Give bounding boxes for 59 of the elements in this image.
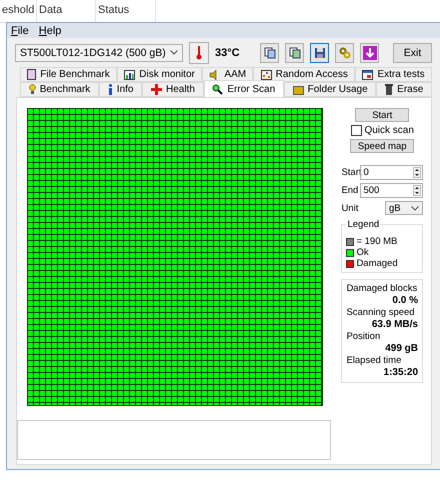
bar-chart-icon (124, 70, 136, 80)
spinner-icon[interactable] (413, 167, 421, 178)
unit-dropdown[interactable]: gB (385, 201, 423, 215)
toolbar-button[interactable] (260, 42, 279, 63)
tab[interactable]: Health (142, 82, 204, 97)
menu-item[interactable]: File (11, 24, 29, 37)
start-button[interactable]: Start (355, 108, 410, 122)
spinner-icon[interactable] (413, 185, 421, 196)
trash-bin-icon (385, 84, 394, 95)
tab[interactable]: Error Scan (204, 80, 284, 97)
thermometer-icon (189, 42, 209, 64)
menu-item[interactable]: Help (38, 24, 62, 37)
field-label: Unit (341, 202, 358, 214)
folder-icon (292, 84, 304, 94)
end-field[interactable]: 500 (360, 183, 423, 198)
info-icon (108, 84, 113, 95)
tab[interactable]: File Benchmark (20, 67, 118, 82)
toolbar-button[interactable] (310, 42, 329, 63)
legend-label: Ok (356, 247, 369, 258)
stat-label: Scanning speed (346, 307, 416, 319)
stat-value: 499 gB (384, 343, 418, 355)
legend-title: Legend (346, 219, 380, 230)
copy-icon (288, 46, 300, 59)
cross-icon (150, 84, 162, 95)
lightbulb-icon (28, 84, 36, 95)
tab[interactable]: Extra tests (355, 67, 432, 82)
tab[interactable]: Random Access (253, 67, 356, 82)
speed-map-button[interactable]: Speed map (350, 139, 414, 153)
toolbar-button[interactable] (335, 42, 354, 63)
tab[interactable]: Benchmark (20, 82, 100, 97)
stat-label: Position (346, 331, 382, 343)
toolbar-button[interactable] (360, 42, 379, 63)
magnifier-icon (212, 84, 224, 94)
legend-label: Damaged (356, 258, 398, 269)
stat-label: Damaged blocks (346, 283, 418, 295)
stat-value: 0.0 % (391, 295, 418, 307)
quick-scan-checkbox[interactable]: Quick scan (341, 125, 423, 136)
scatter-chart-icon (260, 70, 272, 80)
stat-value: 63.9 MB/s (370, 319, 418, 331)
window-icon (362, 70, 374, 80)
chain-icon (338, 46, 350, 59)
stat-label: Elapsed time (346, 355, 402, 367)
down-arrow-icon (362, 46, 376, 60)
tab[interactable]: Erase (376, 82, 432, 97)
start-field[interactable]: 0 (360, 165, 423, 180)
field-label: End (341, 185, 358, 196)
tab[interactable]: Disk monitor (117, 67, 202, 82)
temperature-reading: 33°C (215, 46, 240, 59)
stat-value: 1:35:20 (382, 367, 418, 379)
tab[interactable]: Info (99, 82, 142, 97)
chevron-down-icon (411, 206, 419, 210)
drive-dropdown[interactable]: ST500LT012-1DG142 (500 gB) (15, 44, 183, 62)
chevron-down-icon (170, 50, 178, 56)
copy-icon (264, 46, 276, 59)
exit-button[interactable]: Exit (393, 42, 432, 63)
tab[interactable]: Folder Usage (284, 82, 376, 97)
document-icon (27, 69, 36, 80)
legend-label: = 190 MB (356, 236, 398, 247)
toolbar-button[interactable] (285, 42, 304, 63)
